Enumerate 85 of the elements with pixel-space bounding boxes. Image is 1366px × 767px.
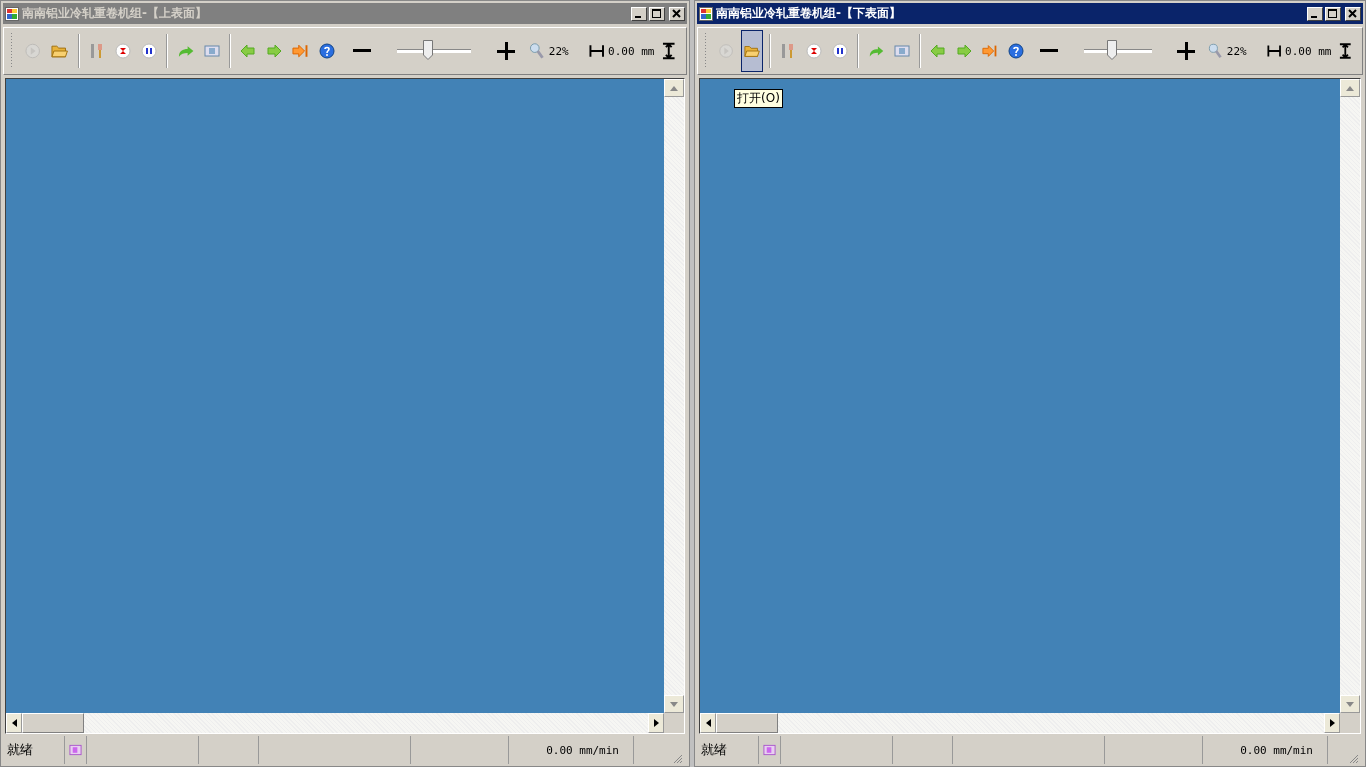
app-icon: [699, 6, 713, 21]
status-text: 就绪: [3, 736, 65, 764]
width-measure-icon: [588, 44, 605, 58]
speed-reading: 0.00 mm/min: [1240, 743, 1313, 757]
zoom-percent: 22%: [1226, 44, 1247, 58]
height-measure-icon: [662, 42, 676, 60]
magnifier-icon: [529, 42, 545, 60]
down-arrow-icon: [1346, 701, 1354, 707]
pause-icon: [140, 43, 157, 59]
close-icon: [1348, 8, 1358, 19]
height-measure-icon: [1339, 42, 1352, 60]
vertical-scrollbar[interactable]: [664, 79, 684, 713]
slider-thumb[interactable]: [422, 40, 433, 60]
left-arrow-icon: [929, 44, 946, 58]
arrow-to-end-icon: [981, 44, 999, 58]
maximize-button[interactable]: [649, 6, 665, 21]
toolbar-grip: [10, 33, 13, 69]
tools-icon: [779, 42, 796, 60]
film-icon: [203, 44, 220, 58]
width-reading: 0.00 mm: [1285, 44, 1332, 58]
folder-icon: [743, 43, 761, 59]
open-button[interactable]: [740, 30, 764, 72]
toolbar-grip: [704, 33, 707, 69]
help-icon: [1008, 43, 1025, 59]
play-icon: [23, 42, 42, 60]
width-reading: 0.00 mm: [608, 44, 655, 58]
vertical-scrollbar[interactable]: [1340, 79, 1360, 713]
scrollbar-thumb[interactable]: [716, 713, 778, 733]
down-arrow-icon: [670, 701, 678, 707]
app-icon: [5, 6, 19, 21]
close-button[interactable]: [1345, 6, 1361, 21]
film-icon: [763, 744, 776, 756]
folder-icon: [51, 43, 69, 59]
stop-icon: [805, 43, 822, 59]
left-arrow-icon: [705, 719, 711, 727]
scroll-up-button[interactable]: [1340, 79, 1360, 97]
zoom-slider[interactable]: [1083, 39, 1152, 63]
left-arrow-icon: [11, 719, 17, 727]
window-title: 南南铝业冷轧重卷机组-【下表面】: [716, 5, 901, 22]
horizontal-scrollbar[interactable]: [700, 713, 1340, 733]
scroll-left-button[interactable]: [6, 713, 22, 733]
scroll-up-button[interactable]: [664, 79, 684, 97]
minimize-button[interactable]: [631, 6, 647, 21]
close-icon: [672, 8, 682, 19]
right-arrow-icon: [265, 44, 282, 58]
help-icon: [319, 43, 336, 59]
plus-icon: [496, 42, 515, 60]
minus-icon: [352, 49, 371, 53]
right-arrow-icon: [955, 44, 972, 58]
stop-icon: [114, 43, 131, 59]
plus-icon: [1177, 42, 1196, 60]
window-title: 南南铝业冷轧重卷机组-【上表面】: [22, 5, 207, 22]
film-icon: [894, 44, 910, 58]
pause-icon: [831, 43, 848, 59]
right-arrow-icon: [1329, 719, 1335, 727]
left-arrow-icon: [239, 44, 256, 58]
status-text: 就绪: [697, 736, 759, 764]
scrollbar-thumb[interactable]: [22, 713, 84, 733]
speed-reading: 0.00 mm/min: [546, 743, 619, 757]
up-arrow-icon: [670, 85, 678, 91]
maximize-icon: [1328, 8, 1338, 19]
zoom-slider[interactable]: [397, 39, 471, 63]
minimize-icon: [1311, 15, 1317, 18]
zoom-percent: 22%: [548, 44, 569, 58]
tools-icon: [88, 42, 105, 60]
arrow-to-end-icon: [291, 44, 310, 58]
horizontal-scrollbar[interactable]: [6, 713, 664, 733]
minimize-icon: [635, 15, 641, 18]
tooltip: 打开(O): [734, 89, 783, 108]
magnifier-icon: [1208, 42, 1223, 60]
up-arrow-icon: [1346, 85, 1354, 91]
maximize-button[interactable]: [1325, 6, 1341, 21]
right-arrow-icon: [653, 719, 659, 727]
width-measure-icon: [1266, 44, 1282, 58]
scroll-right-button[interactable]: [1324, 713, 1340, 733]
resize-grip-icon: [1349, 754, 1359, 764]
close-button[interactable]: [669, 6, 685, 21]
scroll-right-button[interactable]: [648, 713, 664, 733]
resize-grip-icon: [673, 754, 683, 764]
minimize-button[interactable]: [1307, 6, 1323, 21]
maximize-icon: [652, 8, 662, 19]
scroll-left-button[interactable]: [700, 713, 716, 733]
film-icon: [69, 744, 82, 756]
slider-thumb[interactable]: [1107, 40, 1118, 60]
minus-icon: [1040, 49, 1059, 53]
